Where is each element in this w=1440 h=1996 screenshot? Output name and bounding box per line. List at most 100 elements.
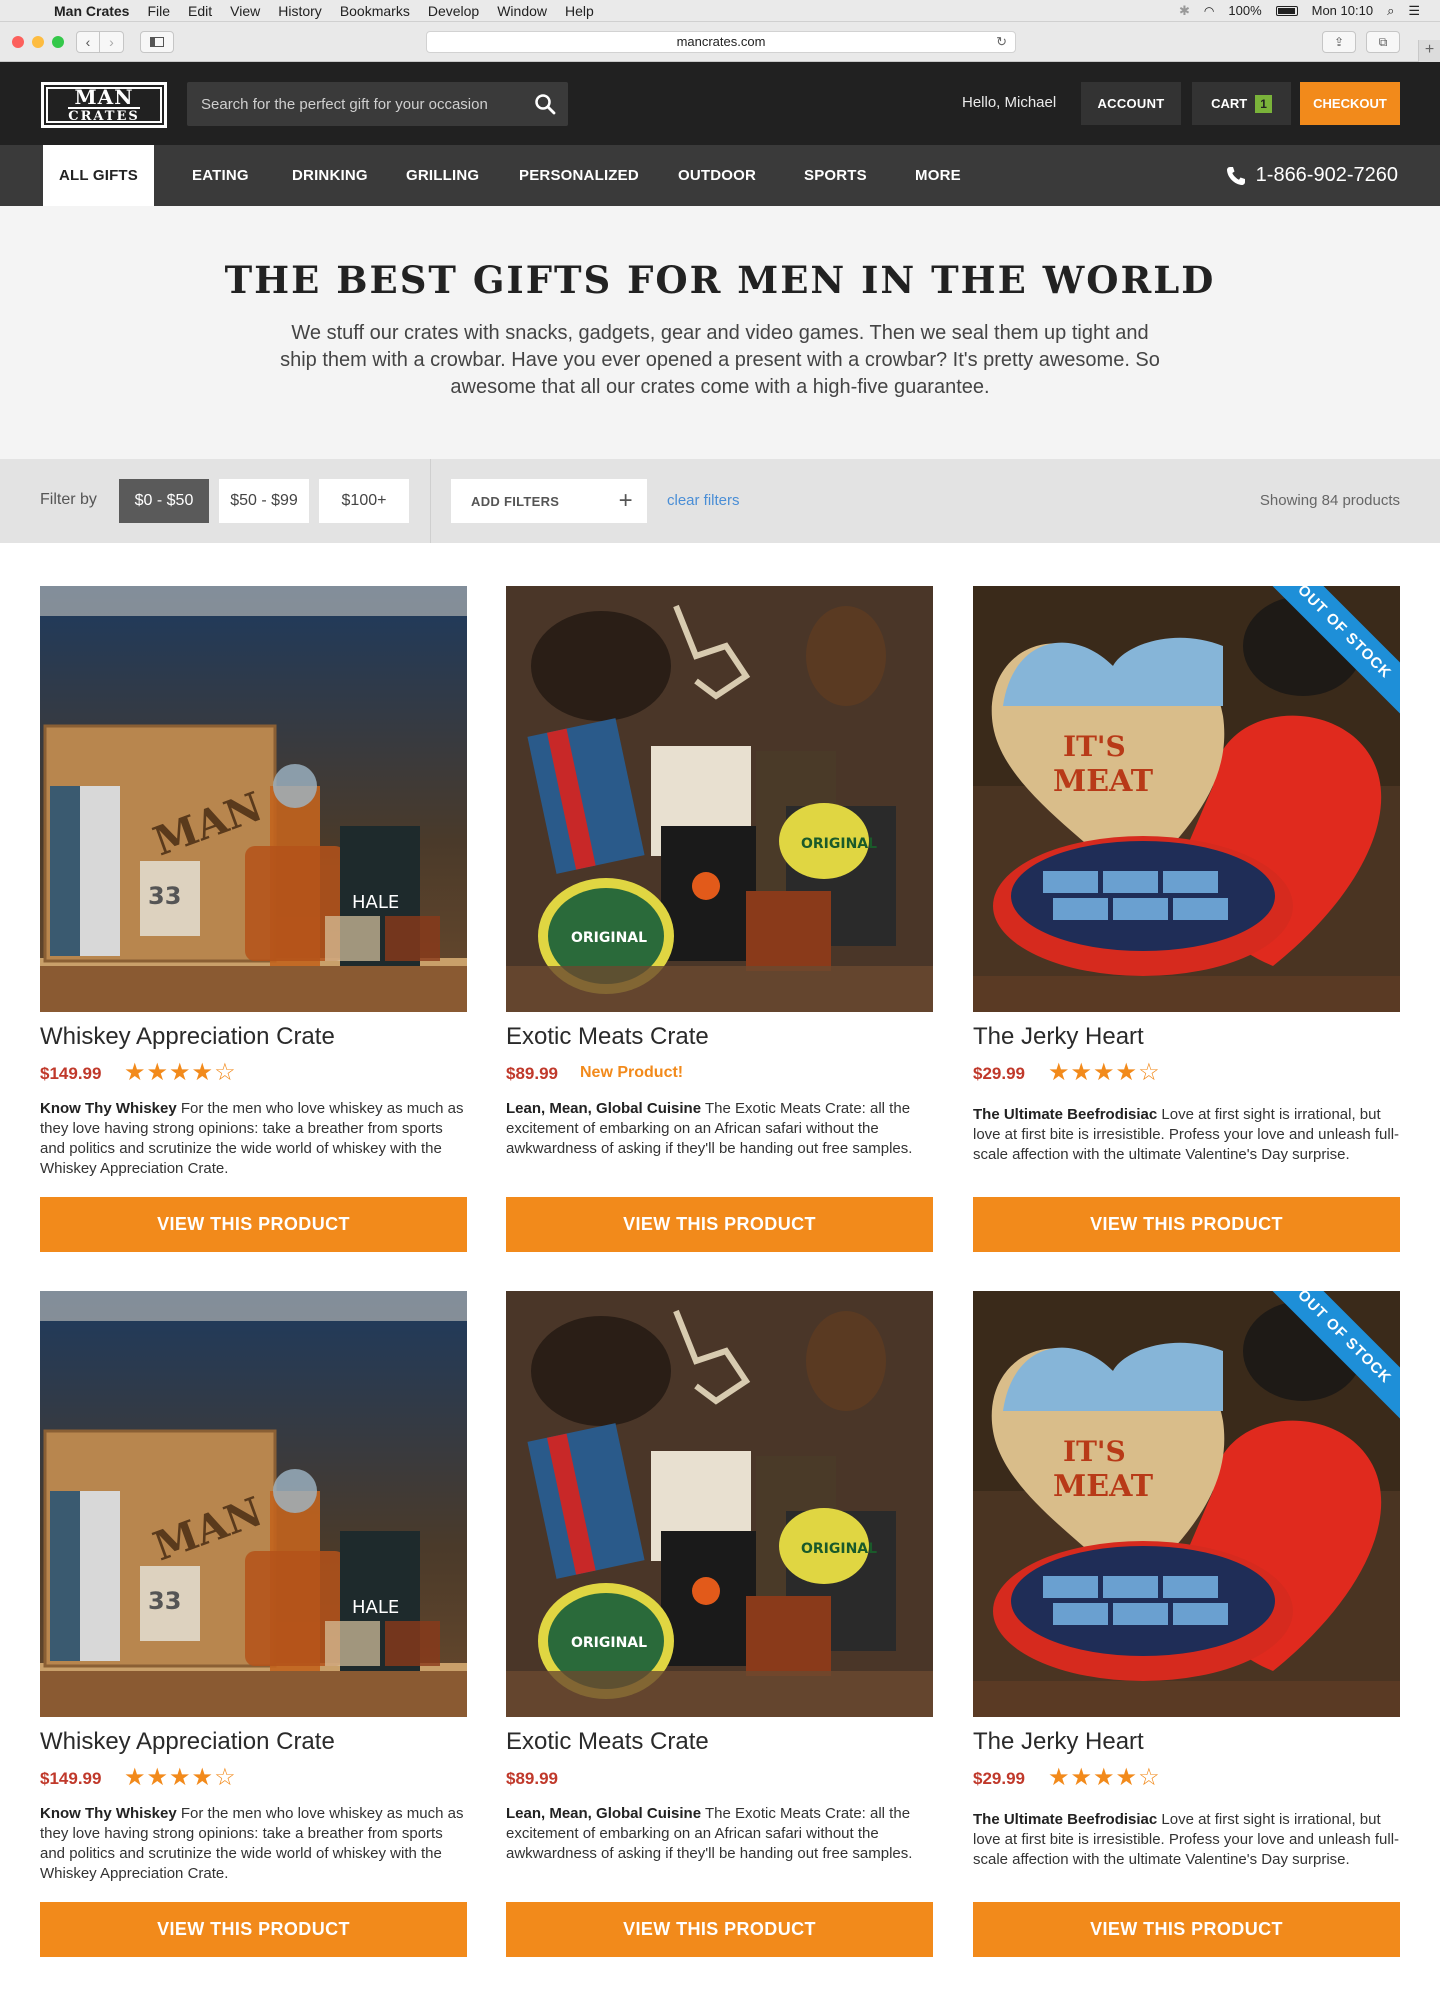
phone-text: 1-866-902-7260: [1255, 164, 1398, 186]
filter-label: Filter by: [40, 491, 97, 508]
hero-title: THE BEST GIFTS FOR MEN IN THE WORLD: [224, 258, 1216, 302]
product-card: ORIGINAL ORIGINAL Exotic Meats Crate $89…: [506, 586, 933, 1252]
close-window-button[interactable]: [12, 36, 24, 48]
product-description: Lean, Mean, Global Cuisine The Exotic Me…: [506, 1804, 933, 1864]
main-nav: ALL GIFTS EATING DRINKING GRILLING PERSO…: [0, 145, 1440, 206]
product-price: $29.99: [973, 1769, 1025, 1788]
view-product-button[interactable]: VIEW THIS PRODUCT: [973, 1902, 1400, 1957]
product-tagline: Know Thy Whiskey: [40, 1805, 177, 1822]
nav-grilling[interactable]: GRILLING: [406, 145, 479, 206]
product-tagline: Lean, Mean, Global Cuisine: [506, 1100, 702, 1117]
sidebar-toggle-button[interactable]: [140, 31, 174, 53]
product-description: Lean, Mean, Global Cuisine The Exotic Me…: [506, 1099, 933, 1159]
hero-text: We stuff our crates with snacks, gadgets…: [280, 322, 1160, 398]
svg-text:MEAT: MEAT: [1053, 1469, 1154, 1504]
wifi-icon[interactable]: ◠: [1204, 4, 1214, 18]
phone-number[interactable]: 1-866-902-7260: [1226, 145, 1398, 206]
nav-drinking[interactable]: DRINKING: [292, 145, 368, 206]
menu-develop[interactable]: Develop: [428, 3, 479, 19]
battery-icon[interactable]: [1275, 5, 1298, 16]
product-description: Know Thy Whiskey For the men who love wh…: [40, 1099, 467, 1179]
menu-edit[interactable]: Edit: [188, 3, 212, 19]
product-card: IT'S MEAT OUT OF STOCK The Jerky Heart $…: [973, 1291, 1400, 1957]
minimize-window-button[interactable]: [32, 36, 44, 48]
nav-more[interactable]: MORE: [915, 145, 961, 206]
menu-bookmarks[interactable]: Bookmarks: [340, 3, 410, 19]
svg-text:HALE: HALE: [352, 892, 399, 913]
nav-all-gifts[interactable]: ALL GIFTS: [43, 145, 154, 206]
product-name[interactable]: The Jerky Heart: [973, 1728, 1144, 1756]
back-button[interactable]: ‹: [76, 31, 100, 53]
product-image-jerky-heart[interactable]: IT'S MEAT OUT OF STOCK: [973, 1291, 1400, 1717]
search-icon[interactable]: [534, 93, 556, 115]
clear-filters-link[interactable]: clear filters: [667, 492, 740, 509]
product-card: ORIGINAL ORIGINAL Exotic Meats Crate $89…: [506, 1291, 933, 1957]
reload-icon[interactable]: ↻: [996, 32, 1007, 52]
product-name[interactable]: The Jerky Heart: [973, 1023, 1144, 1051]
cart-count-badge: 1: [1255, 94, 1272, 113]
product-name[interactable]: Exotic Meats Crate: [506, 1023, 709, 1051]
add-filters-button[interactable]: ADD FILTERS +: [451, 479, 647, 523]
filter-price-50-99[interactable]: $50 - $99: [219, 479, 309, 523]
spotlight-icon[interactable]: ⌕: [1387, 3, 1394, 19]
share-button[interactable]: ⇪: [1322, 31, 1356, 53]
product-name[interactable]: Whiskey Appreciation Crate: [40, 1023, 335, 1051]
nav-eating[interactable]: EATING: [192, 145, 249, 206]
menu-history[interactable]: History: [278, 3, 322, 19]
menubar-status: ✱ ◠ 100% Mon 10:10 ⌕ ☰: [1179, 3, 1420, 19]
add-filters-label: ADD FILTERS: [471, 493, 560, 509]
product-image-jerky-heart[interactable]: IT'S MEAT OUT OF STOCK: [973, 586, 1400, 1012]
view-product-button[interactable]: VIEW THIS PRODUCT: [973, 1197, 1400, 1252]
site-header: MAN CRATES Hello, Michael ACCOUNT CART 1…: [0, 62, 1440, 145]
rating-stars: ★★★★☆: [1048, 1059, 1161, 1086]
menu-view[interactable]: View: [230, 3, 260, 19]
checkout-button[interactable]: CHECKOUT: [1300, 82, 1400, 125]
nav-personalized[interactable]: PERSONALIZED: [519, 145, 639, 206]
zoom-window-button[interactable]: [52, 36, 64, 48]
view-product-button[interactable]: VIEW THIS PRODUCT: [506, 1197, 933, 1252]
cart-button[interactable]: CART 1: [1192, 82, 1291, 125]
svg-text:ORIGINAL: ORIGINAL: [801, 1541, 877, 1557]
product-image-whiskey[interactable]: MAN HALE 33: [40, 1291, 467, 1717]
new-product-badge: New Product!: [580, 1064, 684, 1081]
svg-text:ORIGINAL: ORIGINAL: [571, 1635, 647, 1651]
cart-label: CART: [1211, 96, 1248, 111]
product-tagline: Lean, Mean, Global Cuisine: [506, 1805, 702, 1822]
tabs-icon: ⧉: [1378, 34, 1388, 49]
menu-help[interactable]: Help: [565, 3, 594, 19]
search-input[interactable]: [187, 82, 517, 126]
history-nav: ‹ ›: [76, 31, 124, 53]
bluetooth-icon[interactable]: ✱: [1179, 3, 1190, 19]
clock[interactable]: Mon 10:10: [1312, 3, 1373, 18]
filter-price-100-plus[interactable]: $100+: [319, 479, 409, 523]
browser-toolbar: ‹ › mancrates.com ↻ ⇪ ⧉ +: [0, 22, 1440, 62]
forward-button[interactable]: ›: [100, 31, 124, 53]
product-image-exotic-meats[interactable]: ORIGINAL ORIGINAL: [506, 1291, 933, 1717]
battery-percent: 100%: [1228, 3, 1262, 18]
address-bar[interactable]: mancrates.com ↻: [426, 31, 1016, 53]
notification-center-icon[interactable]: ☰: [1408, 3, 1420, 19]
account-button[interactable]: ACCOUNT: [1081, 82, 1181, 125]
menu-file[interactable]: File: [147, 3, 170, 19]
new-tab-button[interactable]: +: [1418, 40, 1440, 62]
nav-sports[interactable]: SPORTS: [804, 145, 867, 206]
sidebar-icon: [150, 37, 164, 47]
menu-app-name[interactable]: Man Crates: [54, 3, 129, 19]
plus-icon: +: [618, 487, 633, 514]
product-name[interactable]: Exotic Meats Crate: [506, 1728, 709, 1756]
filter-divider: [430, 459, 431, 543]
phone-icon: [1226, 166, 1245, 185]
view-product-button[interactable]: VIEW THIS PRODUCT: [40, 1197, 467, 1252]
product-image-exotic-meats[interactable]: ORIGINAL ORIGINAL: [506, 586, 933, 1012]
view-product-button[interactable]: VIEW THIS PRODUCT: [40, 1902, 467, 1957]
filter-price-0-50[interactable]: $0 - $50: [119, 479, 209, 523]
site-logo[interactable]: MAN CRATES: [41, 82, 167, 128]
view-product-button[interactable]: VIEW THIS PRODUCT: [506, 1902, 933, 1957]
product-name[interactable]: Whiskey Appreciation Crate: [40, 1728, 335, 1756]
nav-outdoor[interactable]: OUTDOOR: [678, 145, 756, 206]
menu-window[interactable]: Window: [497, 3, 547, 19]
show-tabs-button[interactable]: ⧉: [1366, 31, 1400, 53]
product-tagline: The Ultimate Beefrodisiac: [973, 1811, 1158, 1828]
product-description: The Ultimate Beefrodisiac Love at first …: [973, 1105, 1400, 1165]
product-image-whiskey[interactable]: MAN HALE 33: [40, 586, 467, 1012]
